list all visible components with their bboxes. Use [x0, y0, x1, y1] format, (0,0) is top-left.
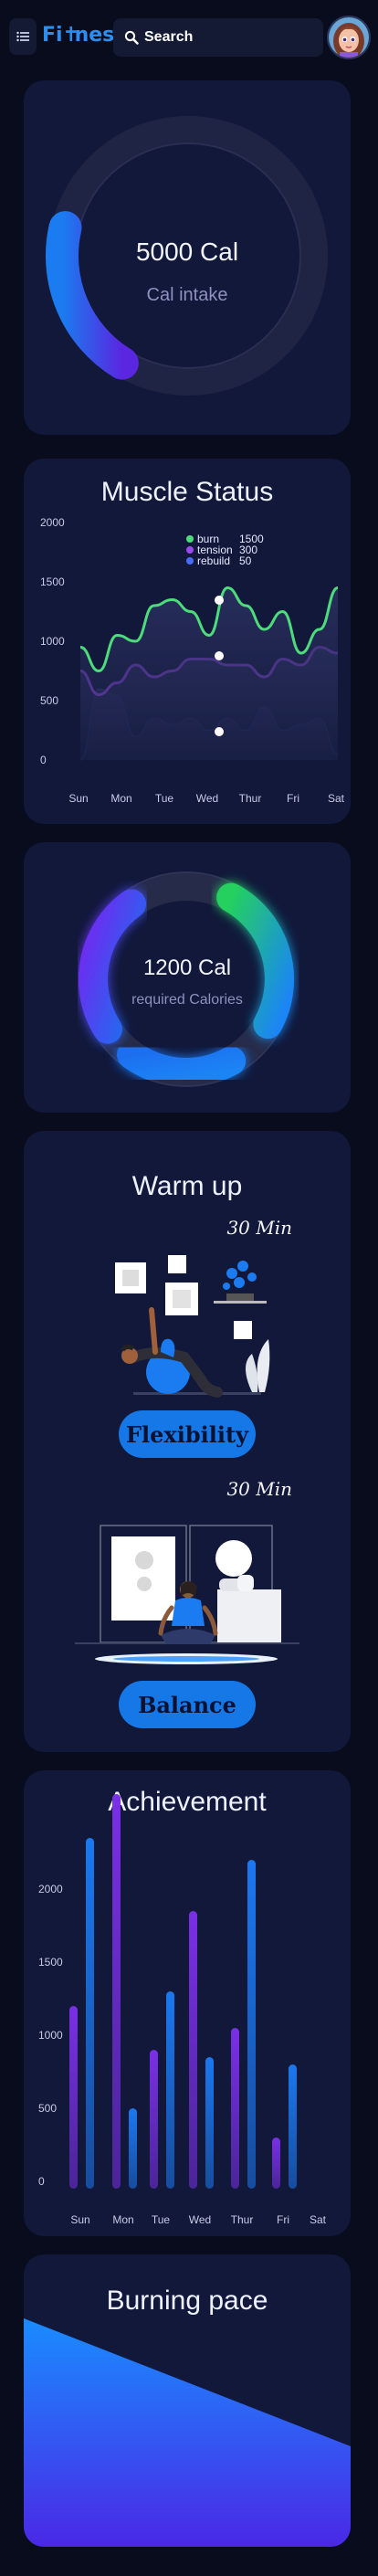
calorie-intake-card: 5000 Cal Cal intake — [24, 80, 351, 435]
x-tick-label: Thur — [231, 2213, 254, 2226]
required-label: required Calories — [131, 992, 243, 1008]
x-tick-label: Sat — [310, 2213, 327, 2226]
y-tick-label: 2000 — [38, 1883, 63, 1895]
achievement-bar[interactable] — [112, 1794, 121, 2189]
x-tick-label: Sun — [70, 2213, 89, 2226]
y-tick-label: 0 — [40, 754, 47, 766]
achievement-bar[interactable] — [129, 2108, 137, 2189]
legend-label-rebuild: rebuild — [197, 554, 230, 567]
user-avatar[interactable] — [327, 16, 371, 59]
flexibility-duration: 30 Min — [226, 1217, 292, 1239]
achievement-bar[interactable] — [289, 2064, 297, 2189]
x-tick-label: Thur — [239, 792, 262, 805]
required-calories-card: 1200 Cal required Calories — [24, 842, 351, 1113]
intake-value: 5000 Cal — [135, 238, 239, 266]
legend-dot — [186, 546, 194, 554]
list-icon — [16, 31, 29, 42]
required-value: 1200 Cal — [142, 955, 232, 980]
x-tick-label: Wed — [196, 792, 218, 805]
highlight-point[interactable] — [215, 596, 224, 605]
y-tick-label: 500 — [38, 2102, 57, 2115]
user-avatar-icon — [329, 17, 369, 58]
search-label: Search — [144, 29, 194, 45]
pace-area — [24, 2318, 351, 2547]
y-tick-label: 500 — [40, 694, 58, 707]
y-tick-label: 1000 — [40, 635, 65, 648]
x-tick-label: Mon — [110, 792, 131, 805]
x-tick-label: Sat — [328, 792, 345, 805]
muscle-status-card: Muscle Status 0 500 1000 1500 2000 Sun Mon Tue W… — [24, 459, 351, 824]
achievement-card: Achievement 0 500 1000 1500 2000 Sun Mon Tue Wed… — [24, 1770, 351, 2236]
y-tick-label: 1500 — [40, 575, 65, 588]
flexibility-button[interactable]: Flexibility — [119, 1410, 256, 1458]
legend-dot — [186, 535, 194, 543]
legend-dot — [186, 557, 194, 565]
x-tick-label: Wed — [189, 2213, 211, 2226]
brand-figure-icon: ✝ — [62, 24, 80, 47]
required-segment-arc — [117, 1040, 247, 1087]
achievement-bar[interactable] — [86, 1838, 94, 2189]
y-tick-label: 1000 — [38, 2029, 63, 2042]
x-tick-label: Fri — [277, 2213, 289, 2226]
balance-illustration — [75, 1525, 299, 1664]
x-tick-label: Tue — [155, 792, 174, 805]
achievement-bar[interactable] — [231, 2028, 239, 2189]
y-tick-label: 0 — [38, 2175, 45, 2188]
menu-button[interactable] — [9, 18, 37, 55]
warm-up-title: Warm up — [131, 1171, 243, 1201]
search-icon — [124, 30, 139, 45]
x-tick-label: Tue — [152, 2213, 171, 2226]
achievement-bar[interactable] — [247, 1860, 256, 2189]
legend-value-rebuild: 50 — [239, 554, 252, 567]
achievement-bar[interactable] — [150, 2050, 158, 2189]
burning-pace-chart — [24, 2318, 351, 2547]
top-bar: Fi✝ness Search — [0, 0, 378, 73]
y-tick-label: 2000 — [40, 516, 65, 529]
achievement-bar[interactable] — [189, 1911, 197, 2189]
achievement-bar[interactable] — [205, 2057, 214, 2189]
x-tick-label: Mon — [112, 2213, 133, 2226]
burning-pace-card: Burning pace — [24, 2254, 351, 2547]
balance-button[interactable]: Balance — [119, 1681, 256, 1728]
highlight-point[interactable] — [215, 727, 224, 736]
y-tick-label: 1500 — [38, 1956, 63, 1969]
intake-label: Cal intake — [146, 285, 228, 305]
achievement-chart: 0 500 1000 1500 2000 Sun Mon Tue Wed Thur Fri Sat — [38, 1794, 327, 2226]
x-tick-label: Sun — [68, 792, 88, 805]
x-tick-label: Fri — [287, 792, 299, 805]
muscle-status-chart: 0500100015002000Sun Mon Tue Wed Thur Fri Satbu… — [40, 516, 345, 805]
balance-duration: 30 Min — [226, 1478, 292, 1500]
series-area — [80, 587, 338, 760]
search-bar[interactable]: Search — [113, 18, 323, 57]
flexibility-illustration — [115, 1255, 270, 1398]
warm-up-card: Warm up 30 Min Flexibility 30 Min Balanc… — [24, 1131, 351, 1752]
achievement-bar[interactable] — [69, 2006, 78, 2189]
achievement-bar[interactable] — [272, 2138, 280, 2189]
highlight-point[interactable] — [215, 651, 224, 660]
achievement-bar[interactable] — [166, 1991, 174, 2189]
